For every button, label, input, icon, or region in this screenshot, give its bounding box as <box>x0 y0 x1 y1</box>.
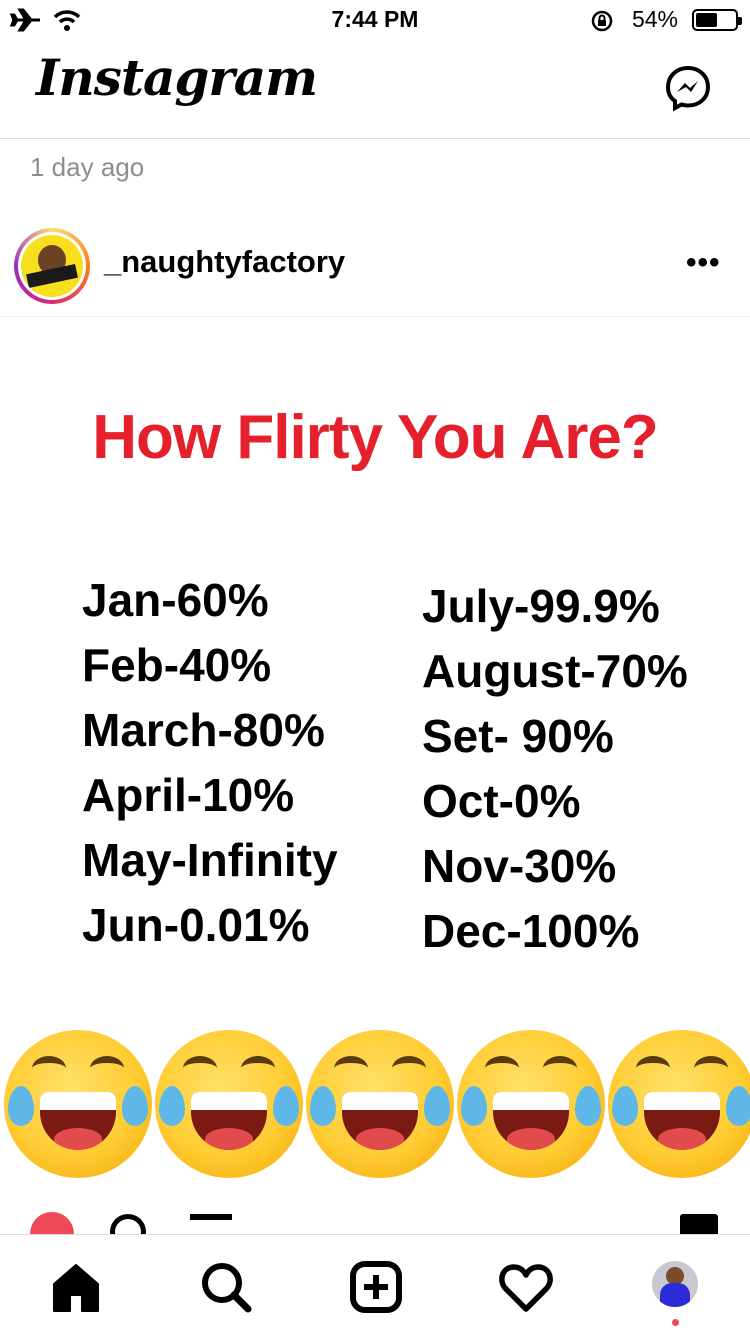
post-image-headline: How Flirty You Are? <box>92 403 658 472</box>
orientation-lock-icon <box>591 10 613 32</box>
tears-of-joy-emoji-icon <box>306 1030 454 1178</box>
month-item: August-70% <box>422 645 688 697</box>
post-timestamp: 1 day ago <box>30 152 145 182</box>
new-post-icon[interactable] <box>346 1257 406 1317</box>
tears-of-joy-emoji-icon <box>4 1030 152 1178</box>
month-item: Dec-100% <box>422 905 640 957</box>
month-item: April-10% <box>82 769 295 821</box>
month-item: Feb-40% <box>82 639 272 691</box>
profile-avatar[interactable] <box>652 1261 698 1307</box>
activity-heart-icon[interactable] <box>496 1257 556 1317</box>
battery-percent: 54% <box>631 6 678 32</box>
search-icon[interactable] <box>196 1257 256 1317</box>
month-list-right: July-99.9% August-70% Set- 90% Oct-0% No… <box>422 574 688 964</box>
month-item: July-99.9% <box>422 580 660 632</box>
emoji-row <box>0 1030 750 1180</box>
post-divider <box>0 316 750 317</box>
share-icon[interactable] <box>190 1214 232 1228</box>
more-options-icon[interactable]: ••• <box>686 246 721 280</box>
month-item: Oct-0% <box>422 775 581 827</box>
notification-dot <box>672 1319 679 1326</box>
home-icon[interactable] <box>46 1257 106 1317</box>
bottom-nav <box>0 1234 750 1335</box>
month-item: May-Infinity <box>82 834 338 886</box>
tears-of-joy-emoji-icon <box>608 1030 750 1178</box>
header-divider <box>0 138 750 139</box>
month-list-left: Jan-60% Feb-40% March-80% April-10% May-… <box>82 568 338 958</box>
month-item: Set- 90% <box>422 710 614 762</box>
status-bar: 7:44 PM 54% <box>0 0 750 40</box>
messenger-icon[interactable] <box>664 64 712 112</box>
month-item: Jan-60% <box>82 574 269 626</box>
month-item: March-80% <box>82 704 325 756</box>
month-item: Jun-0.01% <box>82 899 310 951</box>
story-avatar[interactable] <box>14 228 90 304</box>
tears-of-joy-emoji-icon <box>155 1030 303 1178</box>
tears-of-joy-emoji-icon <box>457 1030 605 1178</box>
post-username[interactable]: _naughtyfactory <box>104 244 345 280</box>
battery-icon <box>692 9 742 31</box>
instagram-logo[interactable]: Instagram <box>36 48 318 107</box>
month-item: Nov-30% <box>422 840 617 892</box>
